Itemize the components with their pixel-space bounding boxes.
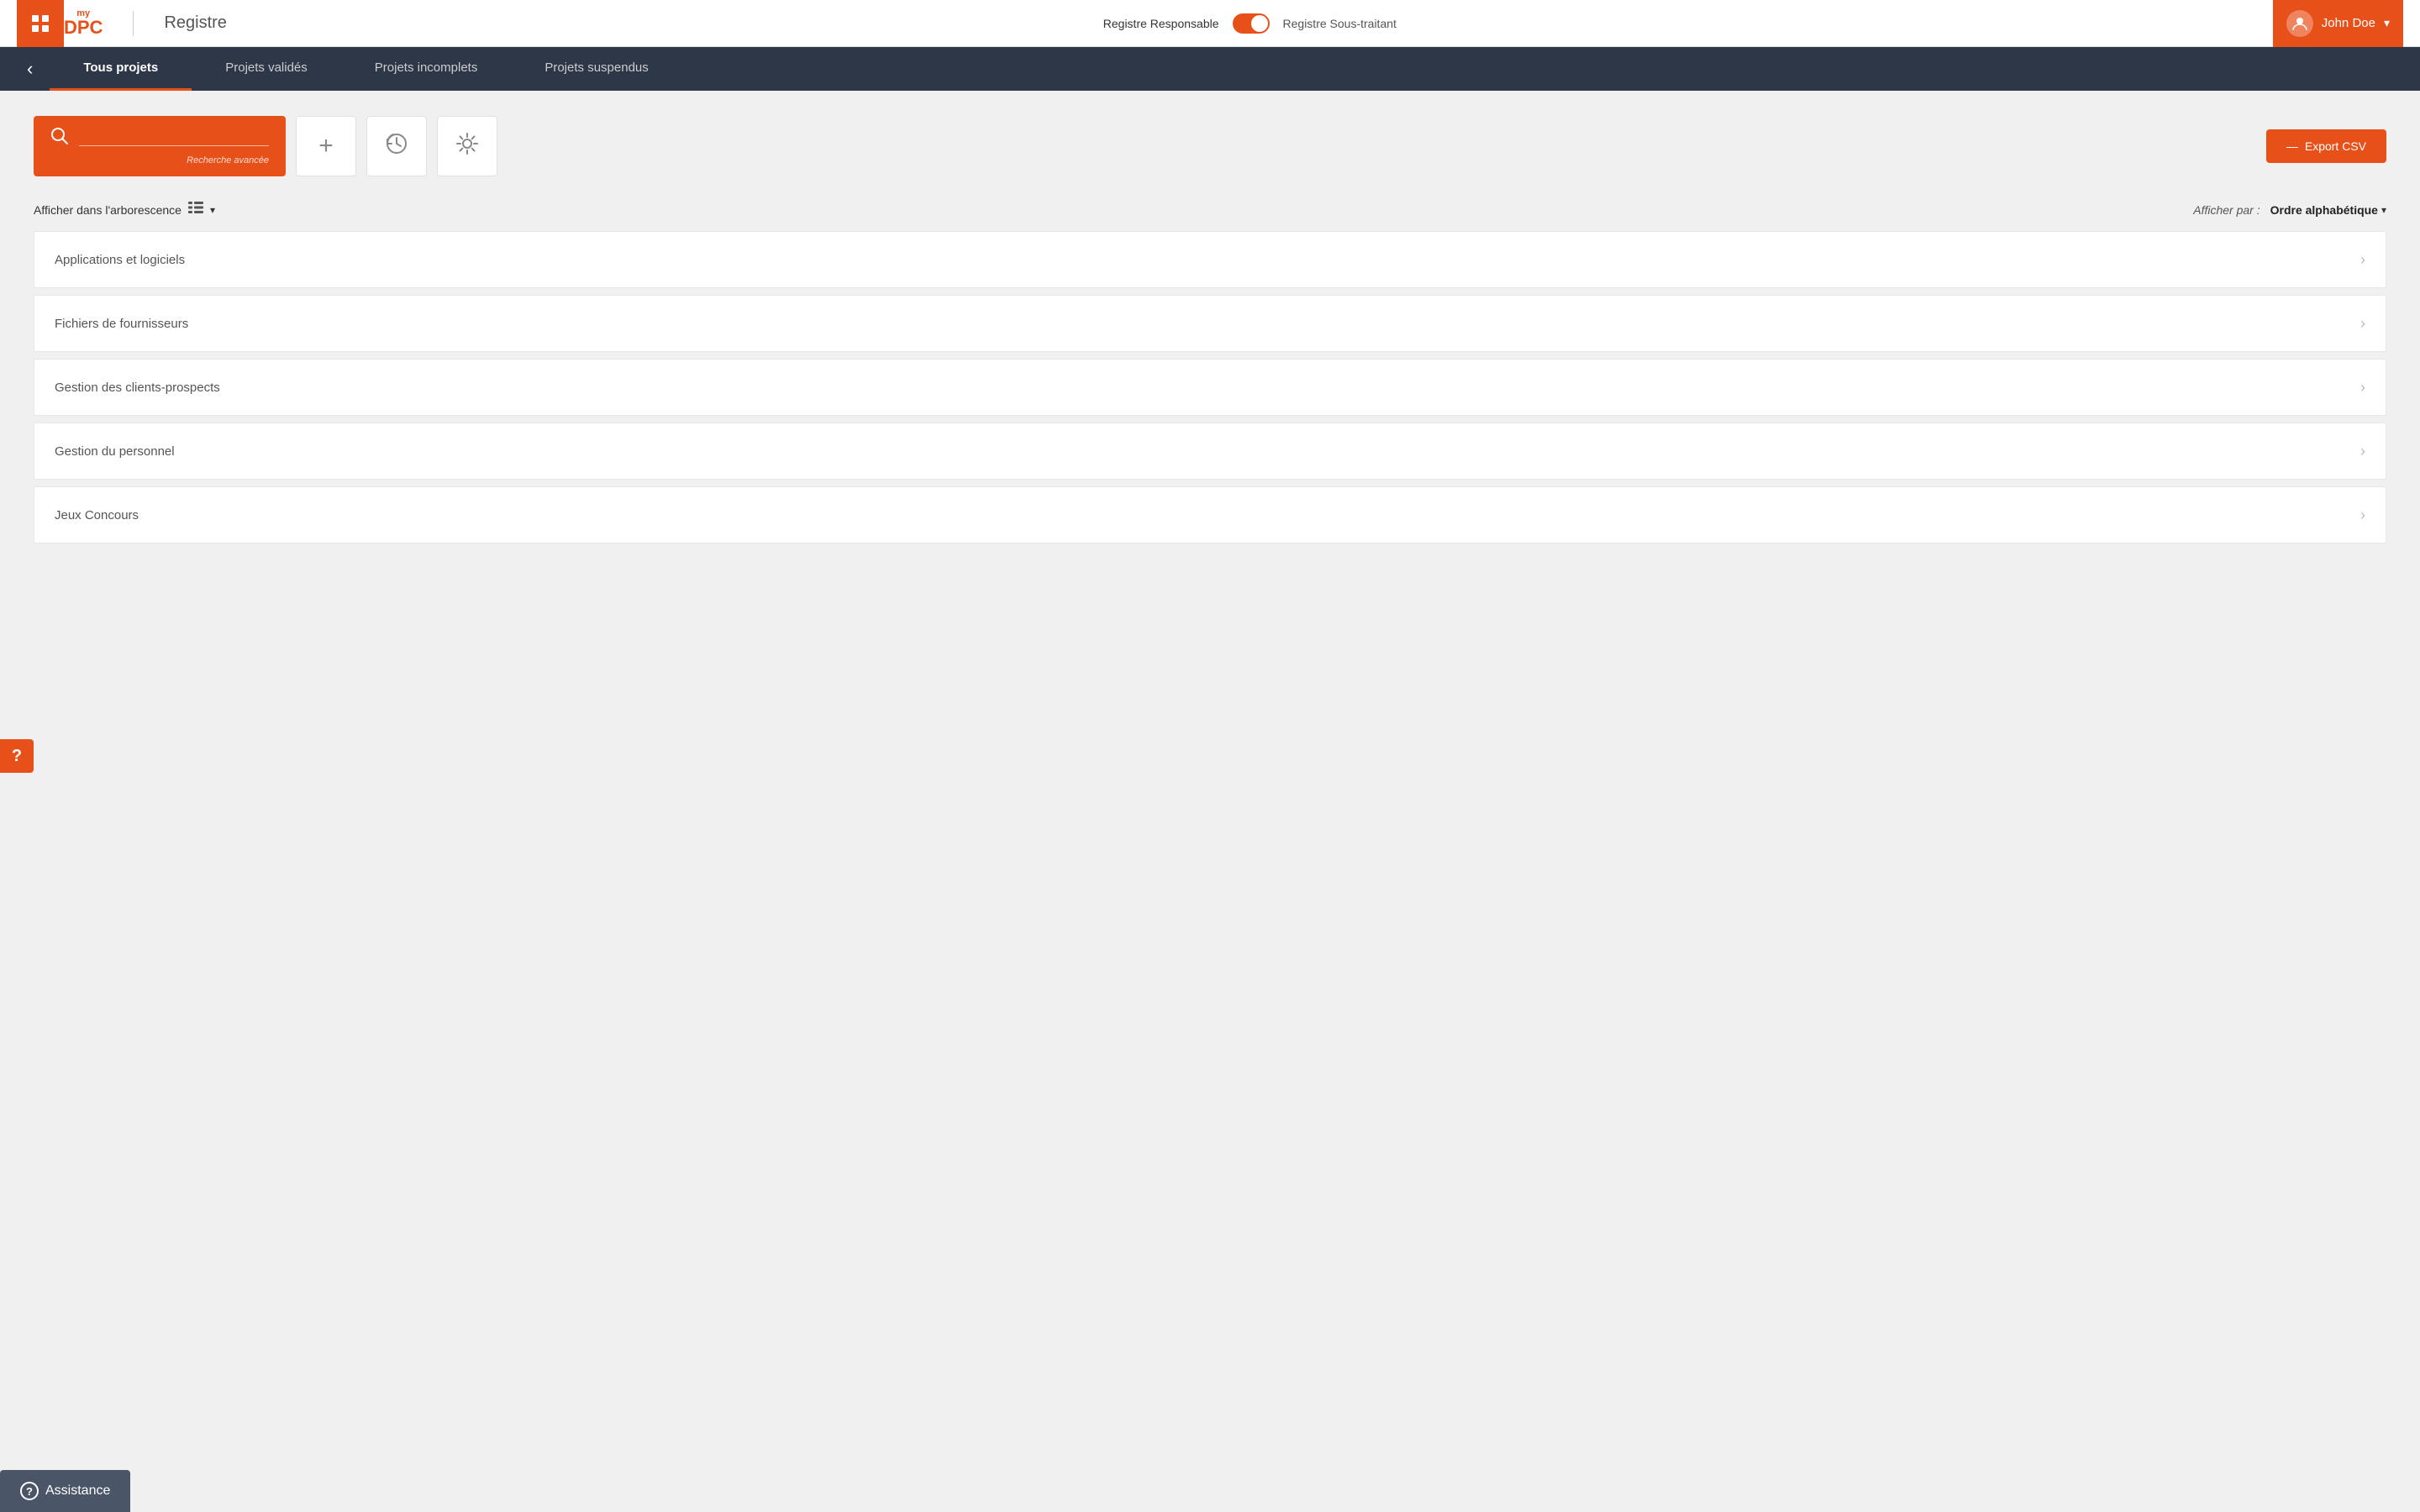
- tab-projets-incomplets[interactable]: Projets incomplets: [341, 47, 512, 91]
- assistance-button[interactable]: ? Assistance: [0, 1470, 130, 1512]
- tree-chevron-icon: ▾: [210, 204, 215, 216]
- project-list: Applications et logiciels › Fichiers de …: [34, 231, 2386, 550]
- search-icon: [50, 127, 69, 150]
- add-icon: +: [318, 132, 334, 160]
- list-item-label: Gestion des clients-prospects: [55, 381, 220, 395]
- help-button[interactable]: ?: [0, 739, 34, 773]
- assistance-label: Assistance: [45, 1483, 110, 1499]
- list-item[interactable]: Jeux Concours ›: [34, 486, 2386, 543]
- list-item[interactable]: Gestion du personnel ›: [34, 423, 2386, 480]
- list-item-label: Applications et logiciels: [55, 253, 185, 267]
- sort-prefix: Afficher par :: [2193, 203, 2260, 217]
- display-tree-toggle[interactable]: Afficher dans l'arborescence ▾: [34, 202, 215, 218]
- toggle-left-label: Registre Responsable: [1103, 17, 1219, 30]
- list-item[interactable]: Gestion des clients-prospects ›: [34, 359, 2386, 416]
- header-divider: [133, 11, 134, 36]
- history-button[interactable]: [366, 116, 427, 176]
- logo-area: my DPC Registre: [64, 9, 227, 37]
- display-tree-label: Afficher dans l'arborescence: [34, 203, 182, 217]
- user-avatar: [2286, 10, 2313, 37]
- history-icon: [384, 131, 409, 162]
- list-item-arrow-icon: ›: [2360, 443, 2365, 460]
- back-button[interactable]: ‹: [17, 51, 43, 87]
- toggle-right-label: Registre Sous-traitant: [1283, 17, 1397, 30]
- nav-tabs: Tous projets Projets validés Projets inc…: [50, 47, 681, 91]
- user-menu[interactable]: John Doe ▾: [2273, 0, 2403, 47]
- header-title: Registre: [164, 13, 226, 33]
- export-csv-label: Export CSV: [2305, 139, 2366, 153]
- export-csv-button[interactable]: — Export CSV: [2266, 129, 2386, 163]
- logo: my DPC: [64, 9, 103, 37]
- list-item-arrow-icon: ›: [2360, 315, 2365, 333]
- toggle-switch[interactable]: [1233, 13, 1270, 34]
- search-box[interactable]: Recherche avancée: [34, 116, 286, 176]
- user-name: John Doe: [2322, 16, 2375, 30]
- main-content: Recherche avancée +: [0, 91, 2420, 1512]
- sort-dropdown[interactable]: Afficher par : Ordre alphabétique ▾: [2193, 203, 2386, 217]
- export-dash-icon: —: [2286, 139, 2298, 153]
- list-item-arrow-icon: ›: [2360, 379, 2365, 396]
- list-item[interactable]: Fichiers de fournisseurs ›: [34, 295, 2386, 352]
- tab-tous-projets[interactable]: Tous projets: [50, 47, 192, 91]
- assistance-icon: ?: [20, 1482, 39, 1500]
- grid-menu-button[interactable]: [17, 0, 64, 47]
- header-toggle-area: Registre Responsable Registre Sous-trait…: [227, 13, 2273, 34]
- sort-value: Ordre alphabétique: [2270, 203, 2378, 217]
- settings-icon: [455, 131, 480, 162]
- tree-icon: [188, 202, 203, 218]
- list-item-label: Fichiers de fournisseurs: [55, 317, 188, 331]
- filter-row: Afficher dans l'arborescence ▾ Afficher …: [34, 202, 2386, 218]
- search-input[interactable]: [79, 132, 269, 146]
- user-chevron-icon: ▾: [2384, 16, 2390, 30]
- sort-chevron-icon: ▾: [2381, 204, 2386, 216]
- list-item-arrow-icon: ›: [2360, 507, 2365, 524]
- settings-button[interactable]: [437, 116, 497, 176]
- list-item-label: Gestion du personnel: [55, 444, 175, 459]
- app-header: my DPC Registre Registre Responsable Reg…: [0, 0, 2420, 47]
- tab-projets-valides[interactable]: Projets validés: [192, 47, 341, 91]
- list-item-label: Jeux Concours: [55, 508, 139, 522]
- list-item[interactable]: Applications et logiciels ›: [34, 231, 2386, 288]
- logo-dpc: DPC: [64, 18, 103, 37]
- toolbar-row: Recherche avancée +: [34, 116, 2386, 176]
- list-item-arrow-icon: ›: [2360, 251, 2365, 269]
- navbar: ‹ Tous projets Projets validés Projets i…: [0, 47, 2420, 91]
- tab-projets-suspendus[interactable]: Projets suspendus: [511, 47, 681, 91]
- add-button[interactable]: +: [296, 116, 356, 176]
- search-advanced-label: Recherche avancée: [187, 155, 269, 165]
- help-icon: ?: [12, 747, 22, 766]
